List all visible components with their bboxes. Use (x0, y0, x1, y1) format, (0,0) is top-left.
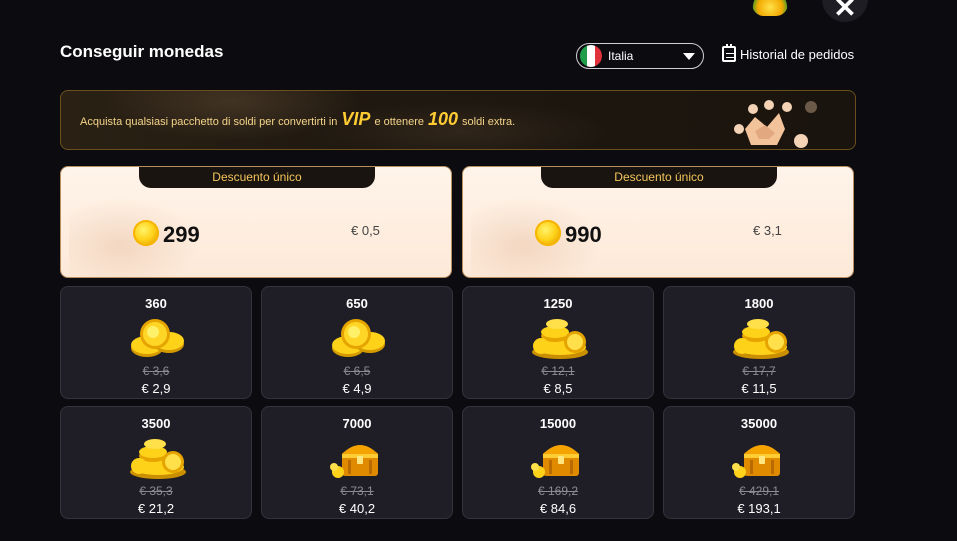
pack-old-price: € 169,2 (537, 484, 579, 498)
coin-pack-card[interactable]: 1800 € 17,7 € 11,5 (663, 286, 855, 399)
pack-price: € 11,5 (741, 381, 777, 396)
pack-old-price: € 17,7 (742, 364, 776, 378)
crown-icon (734, 100, 817, 148)
country-select[interactable]: Italia (576, 43, 704, 69)
vip-label: VIP (341, 109, 371, 129)
promo-pack-299[interactable]: Descuento único 299 € 0,5 (60, 166, 452, 278)
pack-price: € 8,5 (543, 381, 573, 396)
pack-price: € 40,2 (338, 501, 376, 516)
coin-pack-card[interactable]: 7000 € 73,1 € 40,2 (261, 406, 453, 519)
coin-pack-card[interactable]: 1250 € 12,1 € 8,5 (462, 286, 654, 399)
treasure-chest-icon (328, 434, 390, 480)
promo-pack-990[interactable]: Descuento único 990 € 3,1 (462, 166, 854, 278)
coin-icon (535, 220, 561, 246)
close-icon: ✕ (833, 0, 857, 23)
pack-amount: 1800 (744, 296, 774, 311)
pack-amount: 7000 (342, 416, 372, 431)
pack-amount: 360 (145, 296, 167, 311)
coin-pack-card[interactable]: 15000 € 169,2 € 84,6 (462, 406, 654, 519)
pack-amount: 650 (346, 296, 368, 311)
close-button[interactable]: ✕ (822, 0, 868, 22)
promo-amount: 299 (163, 222, 200, 247)
pack-old-price: € 12,1 (541, 364, 575, 378)
promo-price: € 3,1 (753, 223, 782, 238)
bonus-amount: 100 (427, 109, 459, 129)
pack-price: € 193,1 (737, 501, 781, 516)
coin-pack-card[interactable]: 35000 € 429,1 € 193,1 (663, 406, 855, 519)
coin-stack-icon (127, 314, 189, 360)
promo-price: € 0,5 (351, 223, 380, 238)
country-label: Italia (608, 49, 634, 63)
pack-old-price: € 73,1 (340, 484, 374, 498)
coin-pile-icon (730, 314, 792, 360)
pack-old-price: € 3,6 (142, 364, 170, 378)
pack-old-price: € 35,3 (139, 484, 173, 498)
treasure-chest-icon (730, 434, 792, 480)
coin-pack-card[interactable]: 360 € 3,6 € 2,9 (60, 286, 252, 399)
pack-old-price: € 6,5 (343, 364, 371, 378)
coin-pack-card[interactable]: 3500 € 35,3 € 21,2 (60, 406, 252, 519)
pack-amount: 35000 (740, 416, 778, 431)
coin-icon (133, 220, 159, 246)
vip-banner: Acquista qualsiasi pacchetto di soldi pe… (60, 90, 856, 150)
calendar-icon (722, 44, 736, 62)
pack-price: € 4,9 (342, 381, 372, 396)
pack-price: € 2,9 (141, 381, 171, 396)
order-history-label: Historial de pedidos (740, 46, 855, 62)
vip-banner-text: Acquista qualsiasi pacchetto di soldi pe… (80, 109, 516, 129)
pack-amount: 3500 (141, 416, 171, 431)
pack-price: € 21,2 (137, 501, 175, 516)
order-history-link[interactable]: Historial de pedidos (722, 44, 855, 62)
coin-pile-icon (127, 434, 189, 480)
italy-flag-icon (580, 45, 602, 67)
pack-amount: 1250 (543, 296, 573, 311)
page-title: Conseguir monedas (60, 42, 224, 61)
treasure-chest-icon (529, 434, 591, 480)
coin-pack-card[interactable]: 650 € 6,5 € 4,9 (261, 286, 453, 399)
promo-amount: 990 (565, 222, 602, 247)
coin-pile-icon (529, 314, 591, 360)
pack-price: € 84,6 (539, 501, 577, 516)
chevron-down-icon (683, 53, 695, 60)
pack-old-price: € 429,1 (738, 484, 780, 498)
coin-stack-icon (328, 314, 390, 360)
pack-amount: 15000 (539, 416, 577, 431)
promo-tag: Descuento único (139, 167, 375, 188)
promo-tag: Descuento único (541, 167, 777, 188)
gift-icon[interactable] (752, 0, 788, 16)
